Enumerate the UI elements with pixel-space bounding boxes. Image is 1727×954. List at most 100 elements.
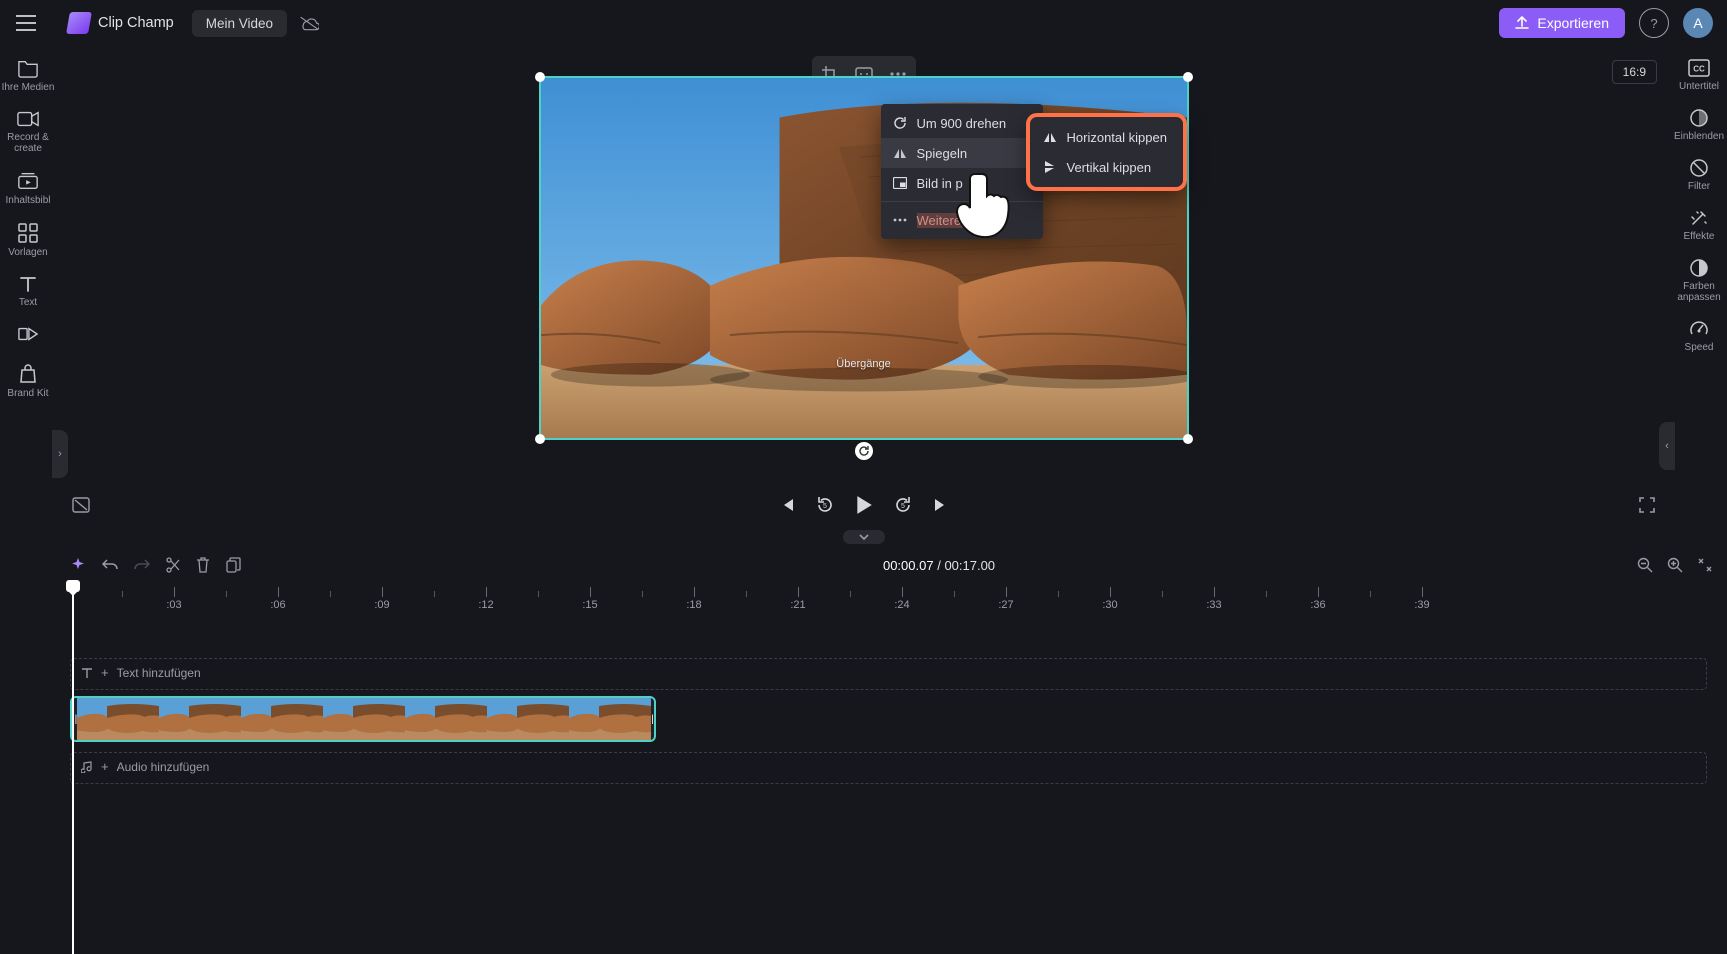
sidebar-item-media[interactable]: Ihre Medien bbox=[0, 54, 56, 98]
ruler-label: :06 bbox=[270, 599, 285, 611]
app-name: Clip Champ bbox=[98, 15, 174, 31]
submenu-item-label: Horizontal kippen bbox=[1067, 130, 1167, 145]
mirror-submenu: Horizontal kippen Vertikal kippen bbox=[1029, 116, 1184, 188]
ellipsis-icon bbox=[893, 218, 907, 222]
menu-item-mirror[interactable]: Spiegeln › bbox=[881, 138, 1043, 168]
video-icon bbox=[17, 110, 39, 128]
help-button[interactable]: ? bbox=[1639, 8, 1669, 38]
resize-handle-sw[interactable] bbox=[535, 434, 545, 444]
menu-item-label: Bild in p bbox=[917, 176, 963, 191]
watermark-icon bbox=[72, 497, 90, 513]
video-track[interactable]: || bbox=[70, 696, 1707, 742]
project-name[interactable]: Mein Video bbox=[192, 10, 287, 37]
timeline-collapse-button[interactable] bbox=[843, 530, 885, 544]
sidebar-item-label: Inhaltsbibl bbox=[5, 195, 50, 206]
undo-button[interactable] bbox=[102, 558, 118, 572]
menu-item-rotate[interactable]: Um 900 drehen bbox=[881, 108, 1043, 138]
flip-vertical-icon bbox=[1043, 160, 1057, 174]
timeline-zoom bbox=[1637, 557, 1713, 573]
submenu-item-label: Vertikal kippen bbox=[1067, 160, 1152, 175]
inspector-item-colors[interactable]: Farben anpassen bbox=[1671, 256, 1727, 307]
inspector-item-label: Effekte bbox=[1684, 231, 1715, 242]
resize-handle-ne[interactable] bbox=[1183, 72, 1193, 82]
sidebar-item-content[interactable]: Inhaltsbibl bbox=[0, 167, 56, 211]
inspector-item-fade[interactable]: Einblenden bbox=[1671, 106, 1727, 146]
contrast-icon bbox=[1690, 259, 1708, 277]
play-button[interactable] bbox=[855, 495, 873, 515]
copy-icon bbox=[226, 557, 241, 573]
trash-icon bbox=[196, 557, 210, 573]
menu-button[interactable] bbox=[8, 5, 44, 41]
fullscreen-button[interactable] bbox=[1639, 497, 1655, 513]
library-icon bbox=[17, 171, 39, 191]
menu-item-pip[interactable]: Bild in p › bbox=[881, 168, 1043, 198]
ruler-label: :24 bbox=[894, 599, 909, 611]
sidebar-item-record[interactable]: Record & create bbox=[0, 106, 56, 159]
text-track[interactable]: + Text hinzufügen bbox=[70, 658, 1707, 690]
plus-icon: + bbox=[101, 759, 109, 774]
timeline-toolbar: 00:00.07 / 00:17.00 bbox=[0, 548, 1727, 582]
resize-handle-nw[interactable] bbox=[535, 72, 545, 82]
split-button[interactable] bbox=[166, 557, 180, 573]
timeline-ruler[interactable]: :03:06:09:12:15:18:21:24:27:30:33:36:39 bbox=[70, 582, 1707, 610]
playhead-line bbox=[72, 584, 74, 954]
magic-button[interactable] bbox=[70, 557, 86, 573]
video-clip[interactable]: || bbox=[70, 696, 656, 742]
timeline-area: 00:00.07 / 00:17.00 :03:06:09:12:15:18:2… bbox=[0, 524, 1727, 784]
zoom-fit-button[interactable] bbox=[1697, 557, 1713, 573]
rotate-handle[interactable] bbox=[855, 442, 873, 460]
ruler-label: :09 bbox=[374, 599, 389, 611]
ruler-label: :33 bbox=[1206, 599, 1221, 611]
rewind-button[interactable]: 5 bbox=[815, 495, 835, 515]
export-button[interactable]: Exportieren bbox=[1499, 8, 1625, 38]
forward-button[interactable]: 5 bbox=[893, 495, 913, 515]
chevron-down-icon bbox=[858, 533, 870, 541]
resize-handle-se[interactable] bbox=[1183, 434, 1193, 444]
submenu-item-vertical[interactable]: Vertikal kippen bbox=[1029, 152, 1184, 182]
delete-button[interactable] bbox=[196, 557, 210, 573]
duplicate-button[interactable] bbox=[226, 557, 241, 573]
rotate-icon bbox=[893, 116, 907, 130]
inspector-item-label: Einblenden bbox=[1674, 131, 1724, 142]
redo-button[interactable] bbox=[134, 558, 150, 572]
zoom-out-button[interactable] bbox=[1637, 557, 1653, 573]
rotate-icon bbox=[858, 445, 870, 457]
inspector-item-label: Filter bbox=[1688, 181, 1710, 192]
playhead-handle[interactable] bbox=[66, 580, 80, 592]
inspector-item-captions[interactable]: CC Untertitel bbox=[1671, 56, 1727, 96]
inspector-item-speed[interactable]: Speed bbox=[1671, 317, 1727, 357]
audio-track[interactable]: + Audio hinzufügen bbox=[70, 752, 1707, 784]
svg-text:5: 5 bbox=[823, 503, 827, 510]
menu-item-more[interactable]: Weitere Option bbox=[881, 205, 1043, 235]
watermark-toggle[interactable] bbox=[72, 497, 90, 513]
zoom-out-icon bbox=[1637, 557, 1653, 573]
submenu-item-horizontal[interactable]: Horizontal kippen bbox=[1029, 122, 1184, 152]
sidebar-item-label: Ihre Medien bbox=[2, 82, 55, 93]
redo-icon bbox=[134, 558, 150, 572]
inspector-item-filter[interactable]: Filter bbox=[1671, 156, 1727, 196]
context-menu: Um 900 drehen Spiegeln › Bild in p › Wei… bbox=[881, 104, 1043, 239]
folder-icon bbox=[17, 58, 39, 78]
clip-trim-right[interactable]: || bbox=[651, 698, 656, 740]
sidebar-item-brandkit[interactable]: Brand Kit bbox=[0, 360, 56, 404]
sidebar-item-transitions[interactable] bbox=[0, 321, 56, 352]
transport-bar: 5 5 bbox=[56, 486, 1671, 524]
zoom-in-button[interactable] bbox=[1667, 557, 1683, 573]
undo-icon bbox=[102, 558, 118, 572]
avatar[interactable]: A bbox=[1683, 8, 1713, 38]
inspector-item-effects[interactable]: Effekte bbox=[1671, 206, 1727, 246]
app-logo bbox=[66, 12, 92, 34]
main-area: Ihre Medien Record & create Inhaltsbibl … bbox=[0, 46, 1727, 524]
scissors-icon bbox=[166, 557, 180, 573]
text-icon bbox=[81, 667, 93, 679]
sidebar-item-templates[interactable]: Vorlagen bbox=[0, 219, 56, 263]
upload-icon bbox=[1515, 16, 1529, 30]
video-preview[interactable]: Übergänge Um 900 drehen Spiegeln › bbox=[539, 76, 1189, 440]
skip-back-button[interactable] bbox=[779, 497, 795, 513]
aspect-ratio-button[interactable]: 16:9 bbox=[1612, 60, 1657, 84]
right-rail-expander[interactable]: ‹ bbox=[1659, 422, 1675, 470]
speed-icon bbox=[1690, 320, 1708, 338]
skip-fwd-button[interactable] bbox=[933, 497, 949, 513]
sidebar-item-text[interactable]: Text bbox=[0, 271, 56, 313]
captions-icon: CC bbox=[1688, 59, 1710, 77]
